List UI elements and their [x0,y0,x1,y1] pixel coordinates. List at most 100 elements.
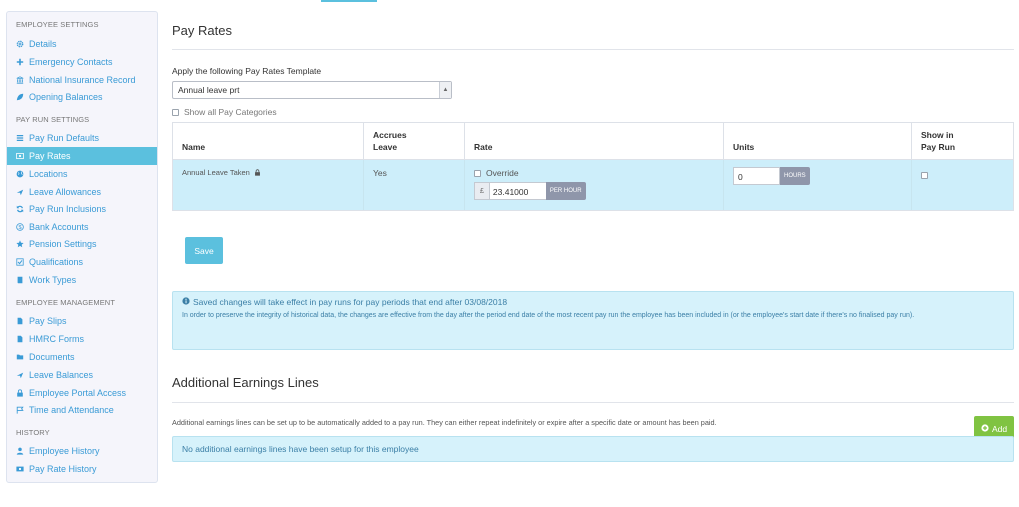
sidebar-item-label: Emergency Contacts [29,57,113,67]
sidebar-item-label: Documents [29,352,75,362]
rate-input[interactable]: 23.41000 [489,182,546,200]
show-all-pay-categories[interactable]: Show all Pay Categories [172,107,277,117]
empty-state-message: No additional earnings lines have been s… [172,436,1014,462]
additional-earnings-title: Additional Earnings Lines [172,375,319,390]
sidebar-item-label: Leave Balances [29,370,94,380]
sidebar-item-label: Work Types [29,275,77,285]
sidebar-section-title: HISTORY [16,428,50,437]
override-option[interactable]: Override [474,168,519,178]
pay-rates-template-select[interactable]: Annual leave prt ▲ [172,81,452,99]
sidebar-item-pay-rates[interactable]: Pay Rates [7,147,157,165]
save-button[interactable]: Save [185,237,223,264]
info-alert: Saved changes will take effect in pay ru… [172,291,1014,350]
additional-earnings-description: Additional earnings lines can be set up … [172,418,717,427]
sidebar-item-time-and-attendance[interactable]: Time and Attendance [7,401,157,419]
divider [172,49,1014,50]
divider [172,402,1014,403]
sidebar-item-national-insurance[interactable]: National Insurance Record [7,71,157,89]
pay-rates-table: Name Accrues Leave Rate Units Show in Pa… [172,122,1014,211]
show-all-checkbox[interactable] [172,108,179,116]
sidebar-item-label: Pay Run Defaults [29,133,100,143]
table-header: Name Accrues Leave Rate Units Show in Pa… [173,123,1013,160]
main-content: Pay Rates Apply the following Pay Rates … [172,0,1014,507]
lock-icon [254,168,261,178]
flag-icon [16,406,24,414]
sidebar-item-label: Pay Rates [29,151,71,161]
pay-category-name: Annual Leave Taken [173,160,364,210]
folder-icon [16,353,24,361]
user-icon [16,447,24,455]
sidebar-item-label: Bank Accounts [29,222,89,232]
sidebar-item-locations[interactable]: Locations [7,165,157,183]
units-cell: 0 HOURS [724,160,912,210]
plane-icon [16,371,24,379]
rate-input-group: £ 23.41000 PER HOUR [474,182,586,200]
money-icon [16,152,24,160]
override-label: Override [486,168,519,178]
list-icon [16,134,24,142]
column-header-name: Name [173,123,364,159]
sidebar-item-label: Pay Slips [29,316,67,326]
units-input[interactable]: 0 [733,167,780,185]
sidebar-item-label: Details [29,39,57,49]
sidebar-item-label: Pension Settings [29,239,97,249]
sidebar-item-leave-balances[interactable]: Leave Balances [7,366,157,384]
lock-icon [16,389,24,397]
info-title: Saved changes will take effect in pay ru… [182,297,1004,307]
sidebar-section-title: EMPLOYEE SETTINGS [16,20,99,29]
dollar-circle-icon: $ [16,223,24,231]
sidebar: EMPLOYEE SETTINGS Details Emergency Cont… [6,11,158,483]
star-icon [16,240,24,248]
page-title: Pay Rates [172,23,232,38]
sidebar-item-pay-rate-history[interactable]: Pay Rate History [7,460,157,478]
add-label: Add [991,424,1008,434]
sidebar-item-label: National Insurance Record [29,75,136,85]
refresh-icon [16,205,24,213]
sidebar-item-employee-portal-access[interactable]: Employee Portal Access [7,384,157,402]
currency-symbol: £ [474,182,490,200]
override-checkbox[interactable] [474,169,481,177]
rate-unit-label: PER HOUR [545,182,586,200]
sidebar-item-details[interactable]: Details [7,35,157,53]
sidebar-item-label: Employee Portal Access [29,388,127,398]
chevron-down-icon: ▲ [439,82,451,98]
sidebar-item-bank-accounts[interactable]: $ Bank Accounts [7,218,157,236]
book-icon [16,276,24,284]
sidebar-section-title: EMPLOYEE MANAGEMENT [16,298,116,307]
leaf-icon [16,93,24,101]
sidebar-item-label: Opening Balances [29,92,103,102]
sidebar-item-employee-history[interactable]: Employee History [7,442,157,460]
sidebar-item-work-types[interactable]: Work Types [7,271,157,289]
column-header-accrues-leave: Accrues Leave [364,123,465,159]
accrues-leave-value: Yes [364,160,465,210]
plus-icon [16,58,24,66]
select-value: Annual leave prt [178,85,240,95]
sidebar-item-emergency-contacts[interactable]: Emergency Contacts [7,53,157,71]
building-icon [16,76,24,84]
sidebar-item-label: Employee History [29,446,100,456]
sidebar-item-label: Leave Allowances [29,187,102,197]
rate-cell: Override £ 23.41000 PER HOUR [465,160,724,210]
sidebar-item-leave-allowances[interactable]: Leave Allowances [7,183,157,201]
sidebar-item-label: Pay Run Inclusions [29,204,107,214]
info-icon [182,297,190,307]
sidebar-item-pension-settings[interactable]: Pension Settings [7,235,157,253]
plane-icon [16,188,24,196]
show-in-pay-run-checkbox[interactable] [921,171,928,179]
checkbox-icon [16,258,24,266]
table-row: Annual Leave Taken Yes Override £ 23.410… [173,160,1013,210]
sidebar-item-pay-run-defaults[interactable]: Pay Run Defaults [7,129,157,147]
sidebar-item-pay-slips[interactable]: Pay Slips [7,312,157,330]
file-icon [16,335,24,343]
sidebar-item-hmrc-forms[interactable]: HMRC Forms [7,330,157,348]
gear-icon [16,40,24,48]
sidebar-item-qualifications[interactable]: Qualifications [7,253,157,271]
sidebar-item-documents[interactable]: Documents [7,348,157,366]
globe-icon [16,170,24,178]
column-header-rate: Rate [465,123,724,159]
sidebar-item-pay-run-inclusions[interactable]: Pay Run Inclusions [7,200,157,218]
sidebar-section-title: PAY RUN SETTINGS [16,115,90,124]
sidebar-item-label: Qualifications [29,257,84,267]
sidebar-item-opening-balances[interactable]: Opening Balances [7,88,157,106]
units-unit-label: HOURS [780,167,810,185]
